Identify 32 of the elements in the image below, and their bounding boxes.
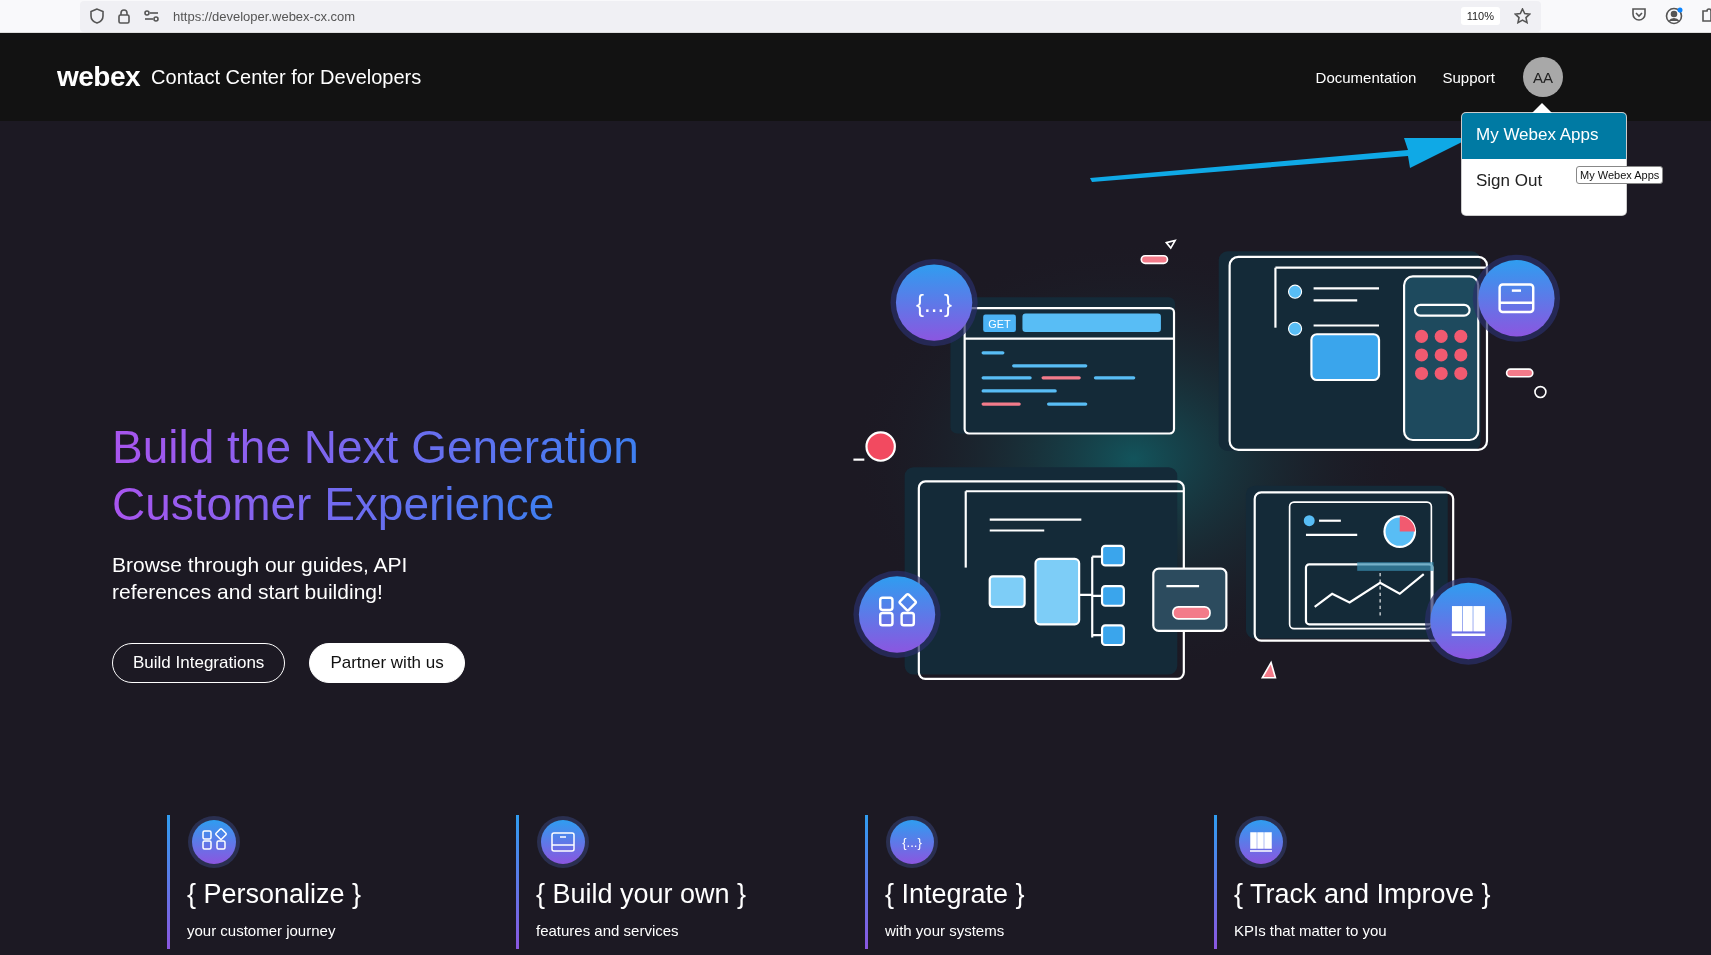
feature-title: { Track and Improve } <box>1234 879 1492 910</box>
feature-subtitle: with your systems <box>885 922 1006 939</box>
tooltip: My Webex Apps <box>1576 166 1664 184</box>
feature-title: { Build your own } <box>536 879 748 910</box>
user-avatar[interactable]: AA <box>1523 57 1563 97</box>
method-label: GET <box>988 317 1011 330</box>
pocket-icon[interactable] <box>1631 7 1647 22</box>
lock-icon[interactable] <box>118 8 130 24</box>
grid-icon <box>187 815 241 869</box>
code-braces-icon: {...} <box>885 815 939 869</box>
account-icon[interactable] <box>1665 7 1683 25</box>
site-title: Contact Center for Developers <box>151 65 423 89</box>
partner-button[interactable]: Partner with us <box>309 643 465 683</box>
nav-link[interactable]: Documentation <box>1315 68 1417 86</box>
sliders-icon[interactable] <box>144 10 159 22</box>
url-text[interactable]: https://developer.webex-cx.com <box>173 8 1447 24</box>
zoom-level[interactable]: 110% <box>1460 7 1500 25</box>
nav-link[interactable]: Support <box>1442 68 1495 86</box>
shield-icon[interactable] <box>90 8 104 24</box>
webex-logo[interactable]: webex <box>57 61 141 93</box>
feature-subtitle: your customer journey <box>187 922 337 939</box>
feature-subtitle: features and services <box>536 922 680 939</box>
star-icon[interactable] <box>1514 8 1531 24</box>
panel-icon <box>536 815 590 869</box>
extension-icon[interactable] <box>1701 7 1711 25</box>
feature-title: { Personalize } <box>187 879 363 910</box>
bars-icon <box>1234 815 1288 869</box>
feature-subtitle: KPIs that matter to you <box>1234 922 1388 939</box>
menu-item[interactable]: My Webex Apps <box>1462 113 1626 159</box>
hero-subtitle: Browse through our guides, API references and start building! <box>112 552 409 605</box>
code-badge-label: {...} <box>916 290 953 318</box>
feature-title: { Integrate } <box>885 879 1026 910</box>
